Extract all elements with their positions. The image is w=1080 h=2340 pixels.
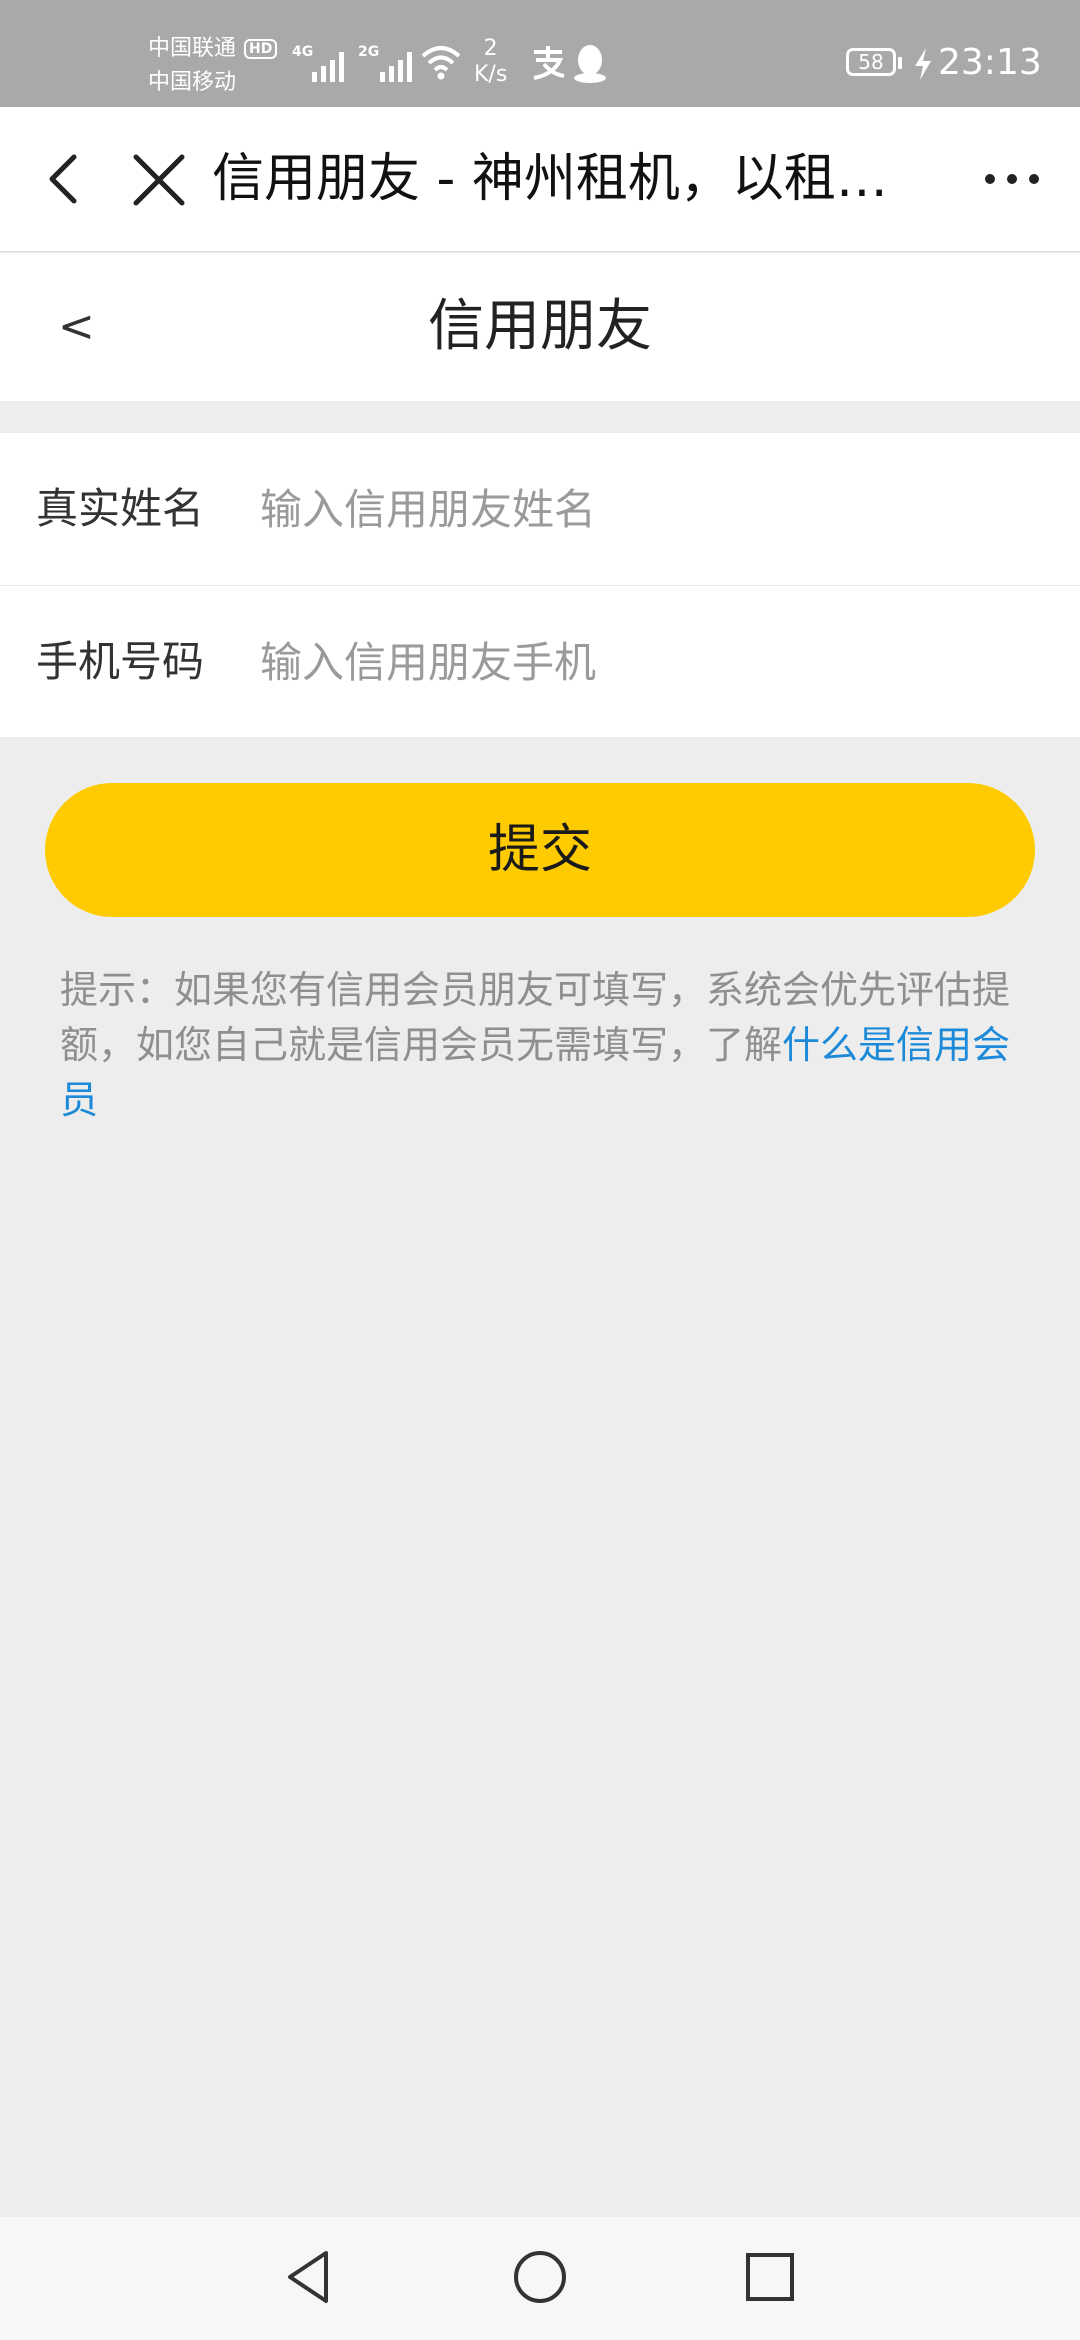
close-icon[interactable] — [130, 151, 188, 209]
signal-icon — [380, 46, 412, 82]
status-bar: 中国联通 HD 中国移动 4G 2G 2 K/s 58 23:13 — [0, 0, 1080, 107]
nav-home-icon[interactable] — [512, 2247, 568, 2307]
network-speed-unit: K/s — [474, 62, 508, 87]
qq-icon — [574, 45, 606, 83]
webview-title: 信用朋友 - 神州租机，以租… — [212, 149, 888, 209]
phone-row: 手机号码 — [0, 585, 1080, 737]
carrier-1: 中国联通 — [148, 36, 237, 61]
hd-badge: HD — [244, 39, 278, 59]
name-label: 真实姓名 — [36, 484, 205, 533]
nav-back-icon[interactable] — [282, 2247, 334, 2307]
battery-indicator: 58 — [846, 48, 902, 76]
name-row: 真实姓名 — [0, 433, 1080, 585]
carrier-2: 中国移动 — [148, 70, 237, 95]
page-back-button[interactable]: < — [58, 297, 95, 357]
carrier-info: 中国联通 HD 中国移动 — [148, 32, 278, 100]
page-header: 信用朋友 < — [0, 253, 1080, 401]
more-icon[interactable] — [982, 169, 1042, 189]
tip-text: 提示：如果您有信用会员朋友可填写，系统会优先评估提额，如您自己就是信用会员无需填… — [60, 963, 1020, 1128]
webview-title-bar: 信用朋友 - 神州租机，以租… — [0, 107, 1080, 252]
nav-recents-icon[interactable] — [744, 2247, 796, 2307]
friend-form: 真实姓名 手机号码 — [0, 433, 1080, 737]
clock: 23:13 — [938, 42, 1042, 83]
name-input[interactable] — [260, 473, 1020, 545]
charging-icon — [915, 48, 931, 80]
submit-button[interactable]: 提交 — [45, 783, 1035, 917]
network-speed: 2 K/s — [474, 36, 507, 88]
phone-label: 手机号码 — [36, 637, 205, 686]
phone-input[interactable] — [260, 626, 1020, 698]
page-title: 信用朋友 — [428, 294, 652, 359]
network-type-1: 4G — [292, 44, 314, 60]
alipay-icon — [533, 46, 565, 80]
signal-icon — [312, 46, 344, 82]
network-type-2: 2G — [358, 44, 380, 60]
system-nav-bar — [0, 2217, 1080, 2340]
back-icon[interactable] — [40, 153, 92, 205]
network-speed-value: 2 — [483, 36, 498, 61]
wifi-icon — [421, 46, 461, 80]
